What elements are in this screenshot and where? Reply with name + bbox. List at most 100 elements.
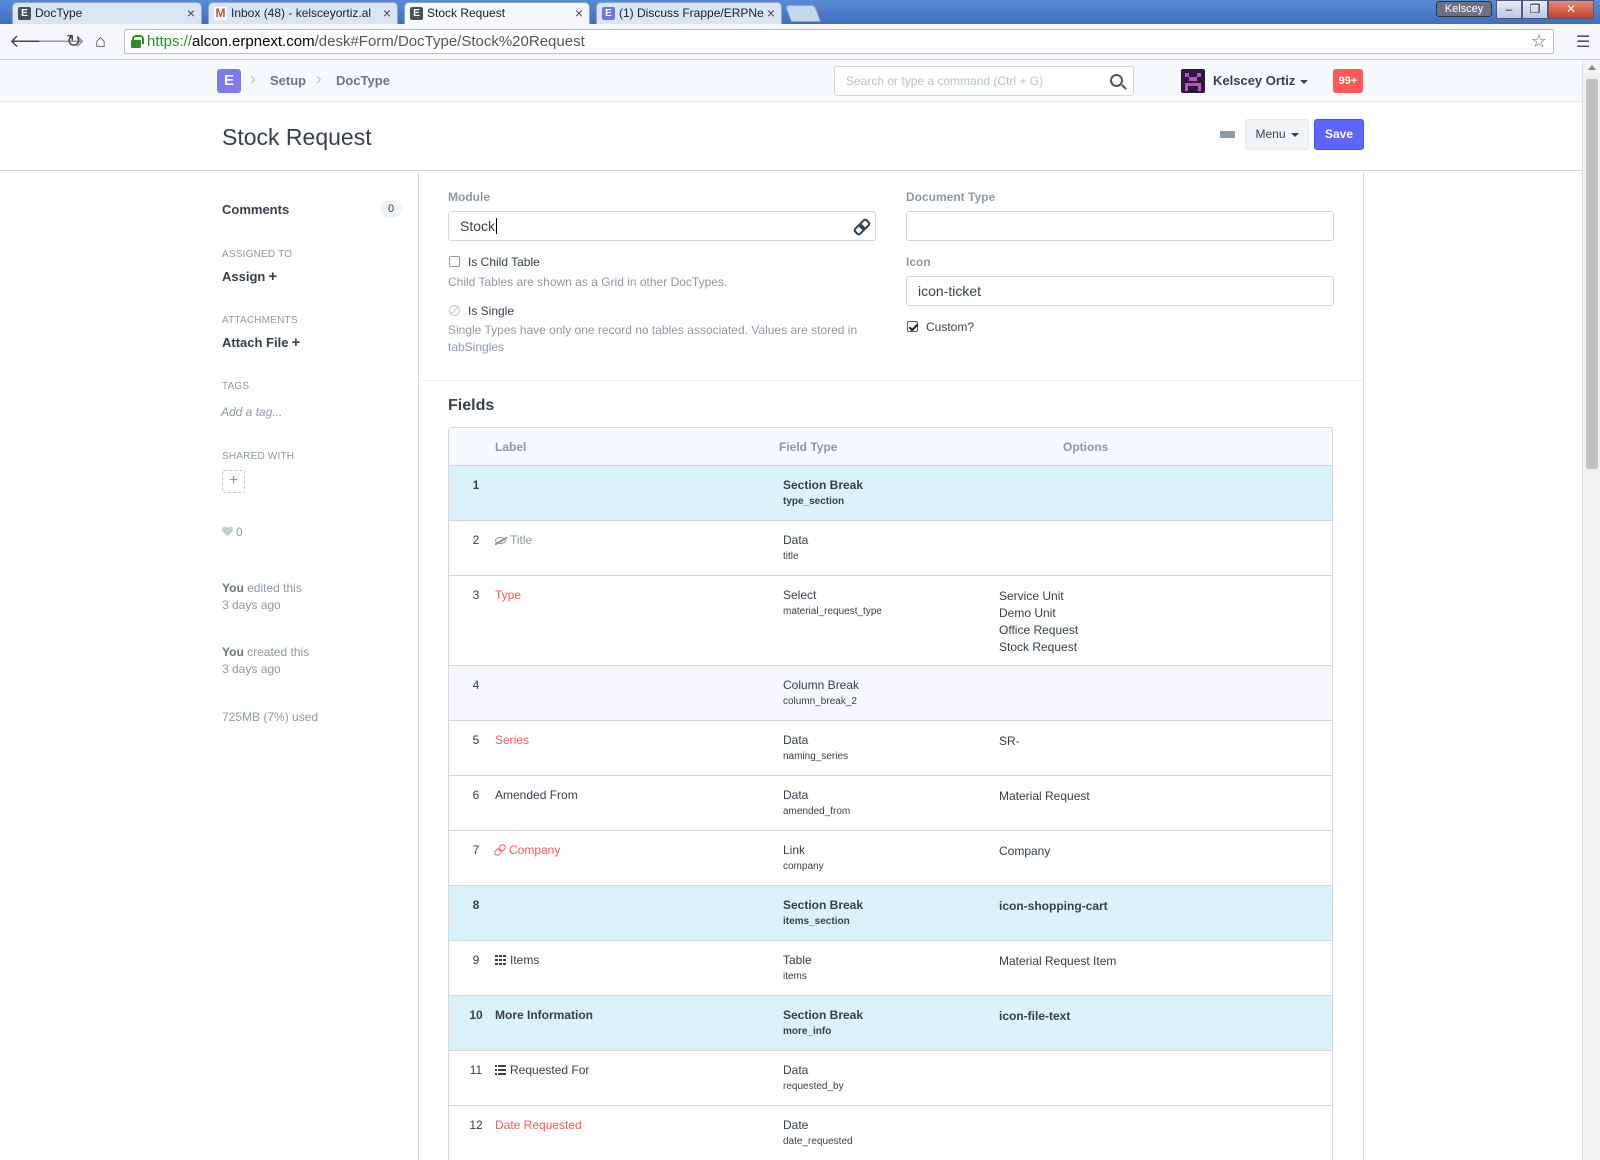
like-button[interactable]: 0 — [222, 525, 243, 539]
table-row[interactable]: 4 Column Break column_break_2 — [449, 666, 1332, 721]
activity-action: created this — [247, 645, 310, 659]
table-row[interactable]: 8 Section Break items_section icon-shopping… — [449, 886, 1332, 941]
breadcrumb-doctype[interactable]: DocType — [336, 73, 390, 88]
app-navbar: E › Setup › DocType Kelscey Ortiz 99+ — [0, 61, 1582, 102]
row-field-type: Column Break column_break_2 — [783, 678, 859, 708]
grid-header: Label Field Type Options — [449, 428, 1332, 466]
close-tab-icon[interactable]: × — [767, 5, 775, 21]
browser-tab-stock-request[interactable]: E Stock Request × — [404, 2, 590, 24]
table-row[interactable]: 1 Section Break type_section — [449, 466, 1332, 521]
browser-tab-discuss[interactable]: E (1) Discuss Frappe/ERPNe × — [596, 2, 782, 24]
star-icon[interactable]: ☆ — [1531, 31, 1547, 52]
row-type-text: Data — [783, 1063, 809, 1077]
close-tab-icon[interactable]: × — [575, 5, 583, 21]
url-host: alcon.erpnext.com — [192, 33, 315, 50]
row-label-text: Items — [510, 953, 540, 967]
is-child-table-help: Child Tables are shown as a Grid in othe… — [448, 275, 728, 289]
module-label: Module — [448, 190, 490, 204]
is-single-help-line: Single Types have only one record no tab… — [448, 323, 858, 337]
menu-icon[interactable]: ☰ — [1576, 32, 1590, 52]
share-add-button[interactable]: + — [222, 470, 245, 493]
browser-tab-gmail[interactable]: M Inbox (48) - kelsceyortiz.al × — [208, 2, 398, 24]
search-input[interactable] — [835, 67, 1095, 95]
row-label: More Information — [495, 1008, 593, 1022]
row-fieldname: company — [783, 861, 824, 872]
print-icon[interactable] — [1220, 128, 1235, 142]
table-row[interactable]: 3 Type Select material_request_type Service … — [449, 576, 1332, 666]
row-label: Requested For — [495, 1063, 589, 1077]
icon-label: Icon — [906, 255, 931, 269]
row-options: Material Request Item — [999, 954, 1117, 968]
table-row[interactable]: 7 Company Link company Company — [449, 831, 1332, 886]
comments-link[interactable]: Comments — [222, 202, 289, 217]
close-window-icon[interactable]: ✕ — [1548, 0, 1594, 19]
scrollbar-thumb[interactable] — [1586, 79, 1598, 469]
table-row[interactable]: 2 Title Data title — [449, 521, 1332, 576]
user-name: Kelscey Ortiz — [1213, 73, 1296, 88]
row-field-type: Link company — [783, 843, 824, 873]
row-fieldname: naming_series — [783, 751, 849, 762]
row-type-text: Data — [783, 788, 809, 802]
custom-label[interactable]: Custom? — [926, 320, 974, 334]
app-logo[interactable]: E — [217, 69, 241, 93]
icon-field[interactable]: icon-ticket — [906, 276, 1334, 306]
plus-icon: + — [291, 334, 301, 351]
assign-button[interactable]: Assign + — [222, 268, 277, 285]
row-options: SR- — [999, 734, 1020, 748]
document-type-field[interactable] — [906, 211, 1334, 241]
column-header-field-type: Field Type — [779, 440, 838, 454]
is-single-label[interactable]: Is Single — [468, 304, 514, 318]
plus-icon: + — [268, 268, 278, 285]
table-row[interactable]: 11 Requested For Data requested_by — [449, 1051, 1332, 1106]
attach-file-button[interactable]: Attach File + — [222, 334, 300, 351]
table-row[interactable]: 9 Items Table items Material Request Item — [449, 941, 1332, 996]
row-index: 4 — [472, 678, 480, 692]
icon-value: icon-ticket — [918, 283, 982, 299]
url-text[interactable]: https://alcon.erpnext.com/desk#Form/DocT… — [147, 33, 585, 50]
reload-icon[interactable]: ↻ — [66, 31, 81, 51]
minimize-icon[interactable]: – — [1496, 0, 1522, 19]
restore-icon[interactable]: ❐ — [1522, 0, 1548, 19]
close-tab-icon[interactable]: × — [187, 5, 195, 21]
browser-tab-title: DocType — [35, 6, 83, 20]
is-child-table-label[interactable]: Is Child Table — [468, 255, 540, 269]
profile-button[interactable]: Kelscey — [1436, 1, 1492, 17]
avatar[interactable] — [1181, 69, 1205, 93]
scroll-up-icon[interactable] — [1588, 65, 1596, 70]
row-field-type: Data naming_series — [783, 733, 848, 763]
close-tab-icon[interactable]: × — [383, 5, 391, 21]
browser-tab-doctype[interactable]: E DocType × — [12, 2, 202, 24]
page-scrollbar[interactable] — [1582, 61, 1600, 1160]
search-icon[interactable] — [1110, 74, 1123, 87]
table-row[interactable]: 12 Date Requested Date date_requested — [449, 1106, 1332, 1160]
chevron-right-icon: › — [316, 69, 322, 88]
save-button[interactable]: Save — [1314, 119, 1364, 150]
row-field-type: Section Break type_section — [783, 478, 863, 508]
row-label: Amended From — [495, 788, 578, 802]
new-tab-button[interactable] — [784, 5, 822, 22]
table-row[interactable]: 6 Amended From Data amended_from Material Re… — [449, 776, 1332, 831]
is-child-table-checkbox[interactable] — [449, 256, 460, 267]
notification-badge[interactable]: 99+ — [1333, 69, 1363, 93]
row-label: Company — [495, 843, 560, 857]
is-single-checkbox[interactable] — [449, 305, 460, 316]
user-menu[interactable]: Kelscey Ortiz — [1213, 73, 1309, 88]
row-fieldname: column_break_2 — [783, 696, 857, 707]
breadcrumb-setup[interactable]: Setup — [270, 73, 306, 88]
activity-item: You created this 3 days ago — [222, 644, 309, 678]
module-field[interactable]: Stock — [448, 211, 876, 241]
activity-action: edited this — [247, 581, 302, 595]
home-icon[interactable]: ⌂ — [95, 31, 106, 51]
table-row[interactable]: 10 More Information Section Break more_info… — [449, 996, 1332, 1051]
row-type-text: Section Break — [783, 1008, 864, 1022]
menu-button[interactable]: Menu — [1245, 119, 1309, 150]
row-label: Type — [495, 588, 521, 602]
row-options: icon-shopping-cart — [999, 899, 1108, 913]
table-row[interactable]: 5 Series Data naming_series SR- — [449, 721, 1332, 776]
url-bar[interactable]: https://alcon.erpnext.com/desk#Form/DocT… — [124, 29, 1554, 54]
menu-button-label: Menu — [1255, 127, 1286, 141]
add-tag-input[interactable]: Add a tag... — [221, 405, 282, 419]
link-icon[interactable] — [855, 220, 867, 232]
custom-checkbox[interactable] — [907, 321, 918, 332]
row-index: 1 — [472, 478, 480, 492]
